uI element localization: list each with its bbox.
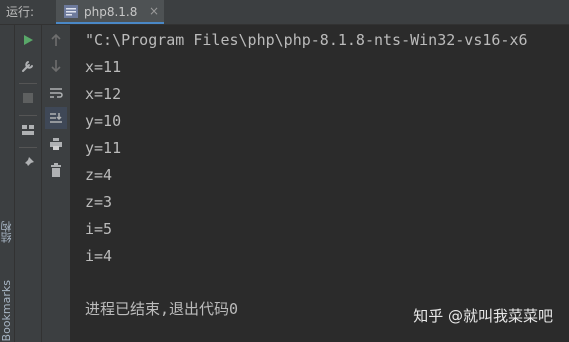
stop-button[interactable] <box>17 87 39 109</box>
toolbar-divider <box>19 147 37 148</box>
pin-button[interactable] <box>17 152 39 174</box>
bookmarks-tab[interactable]: Bookmarks <box>0 280 14 341</box>
console-line: x=12 <box>85 85 122 103</box>
down-arrow-icon <box>51 60 61 73</box>
console-line: "C:\Program Files\php\php-8.1.8-nts-Win3… <box>85 31 528 49</box>
toolbar-divider <box>19 115 37 116</box>
structure-tab[interactable]: 结构 <box>0 221 14 243</box>
run-toolbar-primary <box>15 25 42 342</box>
run-label: 运行: <box>6 5 35 19</box>
close-icon[interactable]: × <box>149 3 159 19</box>
clear-all-button[interactable] <box>45 159 67 181</box>
console-line: x=11 <box>85 58 122 76</box>
print-button[interactable] <box>45 133 67 155</box>
layout-button[interactable] <box>17 119 39 141</box>
settings-button[interactable] <box>17 55 39 77</box>
previous-occurrence-button[interactable] <box>45 29 67 51</box>
layout-icon <box>22 125 34 135</box>
soft-wrap-icon <box>50 88 63 98</box>
scroll-to-end-button[interactable] <box>45 107 67 129</box>
scroll-to-end-icon <box>50 113 62 123</box>
tab-title: php8.1.8 <box>84 5 138 19</box>
next-occurrence-button[interactable] <box>45 55 67 77</box>
rerun-icon <box>24 35 33 45</box>
php-file-icon <box>64 5 78 18</box>
console-line: z=3 <box>85 193 113 211</box>
up-arrow-icon <box>51 33 61 46</box>
rerun-button[interactable] <box>17 29 39 51</box>
console-output[interactable]: "C:\Program Files\php\php-8.1.8-nts-Win3… <box>71 25 569 342</box>
console-line: y=10 <box>85 112 122 130</box>
toolbar-divider <box>19 83 37 84</box>
run-tool-window-header: 运行: php8.1.8 × <box>0 0 569 25</box>
run-toolbar-secondary <box>42 25 71 342</box>
pin-icon <box>23 157 34 168</box>
wrench-icon <box>22 61 33 72</box>
stop-icon <box>23 93 33 103</box>
tab-php818[interactable]: php8.1.8 × <box>56 0 164 24</box>
process-exit-message: 进程已结束,退出代码0 <box>85 300 239 318</box>
trash-icon <box>51 163 61 177</box>
print-icon <box>50 138 62 150</box>
console-line: y=11 <box>85 139 122 157</box>
side-tool-strip: 结构 Bookmarks <box>0 25 15 342</box>
zhihu-watermark: 知乎 @就叫我菜菜吧 <box>413 307 553 325</box>
console-line: z=4 <box>85 166 113 184</box>
console-line: i=4 <box>85 247 113 265</box>
console-line: i=5 <box>85 220 113 238</box>
soft-wrap-button[interactable] <box>45 82 67 104</box>
